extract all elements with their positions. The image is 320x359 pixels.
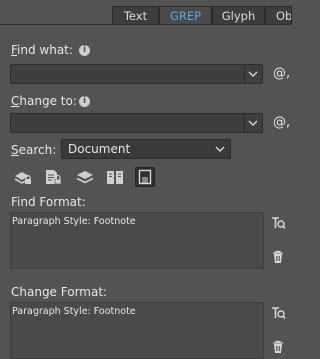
chevron-down-icon[interactable]	[247, 115, 259, 131]
tab-grep[interactable]: GREP	[159, 6, 212, 25]
search-scope-value: Document	[68, 142, 131, 156]
find-what-label: Find what:	[11, 43, 73, 57]
change-to-label: Change to:	[11, 94, 77, 108]
trash-icon[interactable]	[270, 339, 286, 355]
find-what-input[interactable]	[10, 64, 263, 84]
tab-glyph[interactable]: Glyph	[212, 6, 265, 25]
find-format-value: Paragraph Style: Footnote	[12, 216, 136, 227]
find-format-label: Find Format:	[11, 195, 86, 209]
include-footnotes-icon[interactable]	[135, 167, 155, 187]
include-locked-layers-icon[interactable]	[13, 167, 33, 187]
change-format-value: Paragraph Style: Footnote	[12, 306, 136, 317]
change-format-label: Change Format:	[11, 285, 108, 299]
change-special-characters-button[interactable]: @,	[273, 115, 290, 130]
chevron-down-icon	[214, 141, 226, 157]
include-locked-stories-icon[interactable]	[43, 167, 63, 187]
trash-icon[interactable]	[270, 249, 286, 265]
include-master-pages-icon[interactable]	[105, 167, 125, 187]
specify-attributes-to-change-icon[interactable]	[270, 305, 286, 321]
change-format-box[interactable]: Paragraph Style: Footnote	[10, 302, 264, 359]
search-label: Search:	[11, 143, 57, 157]
specify-attributes-to-find-icon[interactable]	[270, 215, 286, 231]
find-special-characters-button[interactable]: @,	[273, 66, 290, 81]
tab-object[interactable]: Ob	[265, 6, 292, 25]
tab-divider	[0, 24, 292, 25]
include-hidden-layers-icon[interactable]	[75, 167, 95, 187]
info-icon[interactable]: i	[79, 45, 90, 56]
tab-text[interactable]: Text	[112, 6, 159, 25]
change-to-input[interactable]	[10, 113, 263, 133]
info-icon[interactable]: i	[79, 96, 90, 107]
chevron-down-icon[interactable]	[247, 66, 259, 82]
search-scope-select[interactable]: Document	[61, 139, 231, 159]
find-format-box[interactable]: Paragraph Style: Footnote	[10, 212, 264, 269]
